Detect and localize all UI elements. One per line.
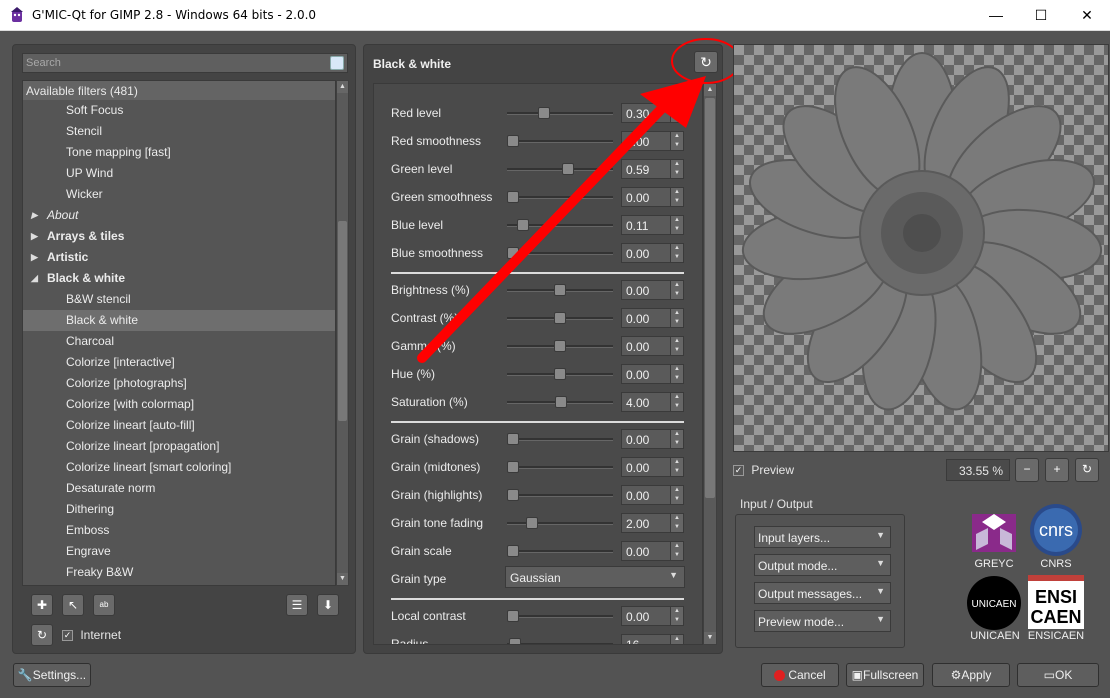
chevron-down-icon[interactable]: ▼ [876,558,885,568]
io-combo-label: Output mode... [758,559,838,573]
zoom-in-icon[interactable]: + [1045,458,1069,482]
apply-button[interactable]: ⚙Apply [932,663,1010,687]
cancel-icon [774,670,786,682]
ensicaen-mark-bottom: CAEN [1030,607,1081,627]
unicaen-mark-text: UNICAEN [971,599,1016,610]
ensicaen-label: ENSICAEN [1027,630,1085,642]
settings-icon: 🔧 [17,668,33,682]
greyc-label: GREYC [974,558,1014,570]
apply-label: Apply [961,668,992,682]
unicaen-label: UNICAEN [970,630,1020,642]
cancel-label: Cancel [788,668,826,682]
greyc-logo-icon [972,514,1016,552]
ok-button[interactable]: ▭OK [1017,663,1099,687]
settings-label: Settings... [32,668,87,682]
preview-checkbox[interactable]: ✓ Preview [733,463,794,477]
apply-icon: ⚙ [950,668,962,682]
io-combo[interactable]: Output messages... ▼ [754,582,891,604]
io-title: Input / Output [740,497,813,511]
chevron-down-icon[interactable]: ▼ [876,530,885,540]
preview-check-icon[interactable]: ✓ [733,465,744,477]
fullscreen-icon: ▣ [851,668,863,682]
cancel-button[interactable]: Cancel [761,663,839,687]
preview-label: Preview [751,463,795,477]
fullscreen-button[interactable]: ▣Fullscreen [846,663,924,687]
io-combo-label: Preview mode... [758,615,845,629]
settings-button[interactable]: 🔧Settings... [13,663,91,687]
cnrs-label: CNRS [1040,558,1072,570]
cnrs-mark-text: cnrs [1039,520,1073,540]
zoom-out-icon[interactable]: − [1015,458,1039,482]
io-combo-label: Output messages... [758,587,863,601]
io-combo-label: Input layers... [758,531,831,545]
io-combo[interactable]: Input layers... ▼ [754,526,891,548]
zoom-reset-icon[interactable]: ↻ [1075,458,1099,482]
unicaen-logo-icon: UNICAEN [967,576,1021,630]
io-combo[interactable]: Preview mode... ▼ [754,610,891,632]
ensicaen-mark-top: ENSI [1035,587,1077,607]
flower-image [741,52,1103,411]
ensicaen-logo-icon: ENSI CAEN [1028,575,1084,629]
ok-icon: ▭ [1043,668,1055,682]
chevron-down-icon[interactable]: ▼ [876,614,885,624]
io-combo[interactable]: Output mode... ▼ [754,554,891,576]
fullscreen-label: Fullscreen [862,668,919,682]
cnrs-logo-icon: cnrs [1030,504,1082,556]
preview-canvas[interactable] [733,44,1109,452]
chevron-down-icon[interactable]: ▼ [876,586,885,596]
ok-label: OK [1055,668,1073,682]
zoom-field[interactable]: 33.55 % [946,459,1010,481]
